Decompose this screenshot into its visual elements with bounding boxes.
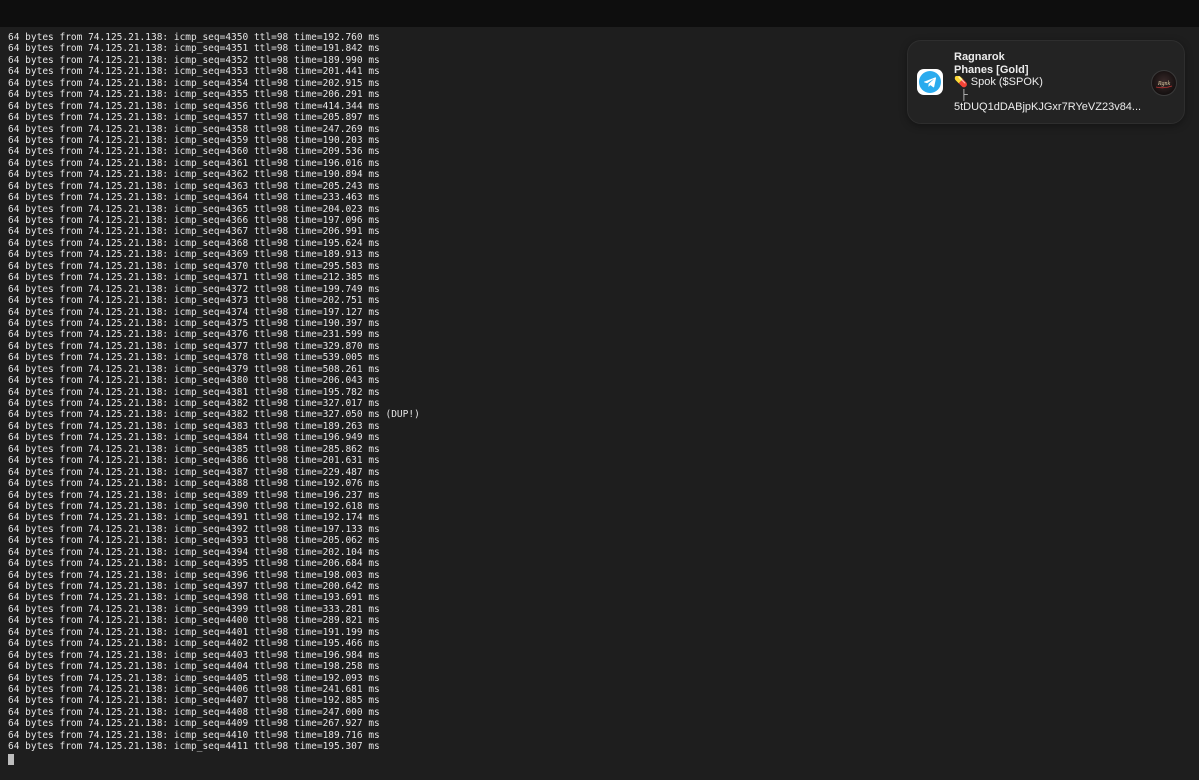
notification-banner[interactable]: Ragnarok Phanes [Gold] 💊 Spok ($SPOK) ├ … — [907, 40, 1185, 124]
terminal-line: 64 bytes from 74.125.21.138: icmp_seq=44… — [8, 695, 380, 707]
terminal-line: 64 bytes from 74.125.21.138: icmp_seq=43… — [8, 466, 380, 478]
terminal-line: 64 bytes from 74.125.21.138: icmp_seq=43… — [8, 306, 380, 318]
terminal-line: 64 bytes from 74.125.21.138: icmp_seq=44… — [8, 718, 380, 730]
terminal-line: 64 bytes from 74.125.21.138: icmp_seq=43… — [8, 592, 380, 604]
ragnarok-avatar-icon: Rgnk — [1151, 70, 1177, 96]
terminal-line: 64 bytes from 74.125.21.138: icmp_seq=43… — [8, 398, 380, 409]
terminal-line: 64 bytes from 74.125.21.138: icmp_seq=44… — [8, 626, 380, 638]
terminal-line: 64 bytes from 74.125.21.138: icmp_seq=43… — [8, 317, 380, 329]
terminal-line: 64 bytes from 74.125.21.138: icmp_seq=43… — [8, 54, 380, 66]
terminal-line: 64 bytes from 74.125.21.138: icmp_seq=43… — [8, 100, 380, 112]
terminal-line: 64 bytes from 74.125.21.138: icmp_seq=43… — [8, 478, 380, 490]
notification-message-line1: 💊 Spok ($SPOK) — [954, 76, 1144, 89]
terminal-line: 64 bytes from 74.125.21.138: icmp_seq=43… — [8, 66, 380, 78]
terminal-line: 64 bytes from 74.125.21.138: icmp_seq=43… — [8, 134, 380, 146]
terminal-line: 64 bytes from 74.125.21.138: icmp_seq=43… — [8, 329, 380, 341]
terminal-line: 64 bytes from 74.125.21.138: icmp_seq=43… — [8, 226, 380, 238]
terminal-line: 64 bytes from 74.125.21.138: icmp_seq=43… — [8, 43, 380, 55]
prompt-line[interactable] — [8, 753, 888, 765]
terminal-line: 64 bytes from 74.125.21.138: icmp_seq=44… — [8, 615, 380, 627]
terminal-line: 64 bytes from 74.125.21.138: icmp_seq=43… — [8, 352, 380, 364]
text-cursor — [8, 753, 14, 765]
terminal-line: 64 bytes from 74.125.21.138: icmp_seq=43… — [8, 192, 380, 204]
terminal-line: 64 bytes from 74.125.21.138: icmp_seq=44… — [8, 706, 380, 718]
terminal-line: 64 bytes from 74.125.21.138: icmp_seq=44… — [8, 683, 380, 695]
tree-branch-icon: ├ — [960, 88, 968, 101]
terminal-line: 64 bytes from 74.125.21.138: icmp_seq=43… — [8, 283, 380, 295]
notification-tree-line: ├ — [954, 89, 1144, 102]
terminal-line: 64 bytes from 74.125.21.138: icmp_seq=43… — [8, 523, 380, 535]
terminal-line: 64 bytes from 74.125.21.138: icmp_seq=43… — [8, 569, 380, 581]
terminal-line: 64 bytes from 74.125.21.138: icmp_seq=43… — [8, 169, 380, 181]
terminal-line: 64 bytes from 74.125.21.138: icmp_seq=43… — [8, 375, 380, 387]
terminal-line: 64 bytes from 74.125.21.138: icmp_seq=43… — [8, 420, 380, 432]
terminal-line: 64 bytes from 74.125.21.138: icmp_seq=43… — [8, 512, 380, 524]
notification-content: Ragnarok Phanes [Gold] 💊 Spok ($SPOK) ├ … — [954, 51, 1144, 114]
terminal-line: 64 bytes from 74.125.21.138: icmp_seq=43… — [8, 489, 380, 501]
telegram-icon — [917, 69, 943, 95]
terminal-line: 64 bytes from 74.125.21.138: icmp_seq=43… — [8, 77, 380, 89]
terminal-line: 64 bytes from 74.125.21.138: icmp_seq=44… — [8, 661, 380, 673]
terminal-output[interactable]: 64 bytes from 74.125.21.138: icmp_seq=43… — [8, 32, 888, 772]
terminal-line: 64 bytes from 74.125.21.138: icmp_seq=43… — [8, 146, 380, 158]
terminal-line: 64 bytes from 74.125.21.138: icmp_seq=43… — [8, 32, 380, 43]
terminal-line: 64 bytes from 74.125.21.138: icmp_seq=43… — [8, 203, 380, 215]
terminal-line: 64 bytes from 74.125.21.138: icmp_seq=44… — [8, 638, 380, 650]
terminal-line: 64 bytes from 74.125.21.138: icmp_seq=43… — [8, 157, 380, 169]
terminal-line: 64 bytes from 74.125.21.138: icmp_seq=43… — [8, 409, 420, 421]
terminal-line: 64 bytes from 74.125.21.138: icmp_seq=43… — [8, 89, 380, 101]
terminal-line: 64 bytes from 74.125.21.138: icmp_seq=44… — [8, 649, 380, 661]
pill-emoji-icon: 💊 — [954, 76, 968, 88]
terminal-line: 64 bytes from 74.125.21.138: icmp_seq=43… — [8, 363, 380, 375]
terminal-line: 64 bytes from 74.125.21.138: icmp_seq=44… — [8, 729, 380, 741]
terminal-line: 64 bytes from 74.125.21.138: icmp_seq=43… — [8, 237, 380, 249]
svg-text:Rgnk: Rgnk — [1157, 81, 1171, 87]
terminal-line: 64 bytes from 74.125.21.138: icmp_seq=43… — [8, 272, 380, 284]
terminal-line: 64 bytes from 74.125.21.138: icmp_seq=44… — [8, 672, 380, 684]
terminal-line: 64 bytes from 74.125.21.138: icmp_seq=43… — [8, 260, 380, 272]
terminal-line: 64 bytes from 74.125.21.138: icmp_seq=43… — [8, 295, 380, 307]
terminal-line: 64 bytes from 74.125.21.138: icmp_seq=43… — [8, 432, 380, 444]
notification-token-name: Spok ($SPOK) — [970, 76, 1043, 88]
terminal-line: 64 bytes from 74.125.21.138: icmp_seq=43… — [8, 558, 380, 570]
terminal-line: 64 bytes from 74.125.21.138: icmp_seq=43… — [8, 455, 380, 467]
terminal-line: 64 bytes from 74.125.21.138: icmp_seq=43… — [8, 112, 380, 124]
terminal-line: 64 bytes from 74.125.21.138: icmp_seq=43… — [8, 215, 380, 226]
terminal-line: 64 bytes from 74.125.21.138: icmp_seq=43… — [8, 443, 380, 455]
terminal-line: 64 bytes from 74.125.21.138: icmp_seq=43… — [8, 386, 380, 398]
terminal-line: 64 bytes from 74.125.21.138: icmp_seq=43… — [8, 340, 380, 352]
terminal-titlebar[interactable] — [0, 0, 1199, 27]
notification-message-line2: 5tDUQ1dDABjpKJGxr7RYeVZ23v84... — [954, 101, 1142, 113]
terminal-line: 64 bytes from 74.125.21.138: icmp_seq=43… — [8, 123, 380, 135]
terminal-line: 64 bytes from 74.125.21.138: icmp_seq=43… — [8, 603, 380, 615]
terminal-line: 64 bytes from 74.125.21.138: icmp_seq=43… — [8, 180, 380, 192]
notification-subtitle: Phanes [Gold] — [954, 63, 1029, 76]
terminal-line: 64 bytes from 74.125.21.138: icmp_seq=43… — [8, 500, 380, 512]
terminal-line: 64 bytes from 74.125.21.138: icmp_seq=43… — [8, 581, 380, 592]
terminal-line: 64 bytes from 74.125.21.138: icmp_seq=44… — [8, 741, 380, 753]
terminal-line: 64 bytes from 74.125.21.138: icmp_seq=43… — [8, 535, 380, 547]
terminal-line: 64 bytes from 74.125.21.138: icmp_seq=43… — [8, 249, 380, 261]
terminal-line: 64 bytes from 74.125.21.138: icmp_seq=43… — [8, 546, 380, 558]
notification-title: Ragnarok — [954, 51, 1005, 63]
